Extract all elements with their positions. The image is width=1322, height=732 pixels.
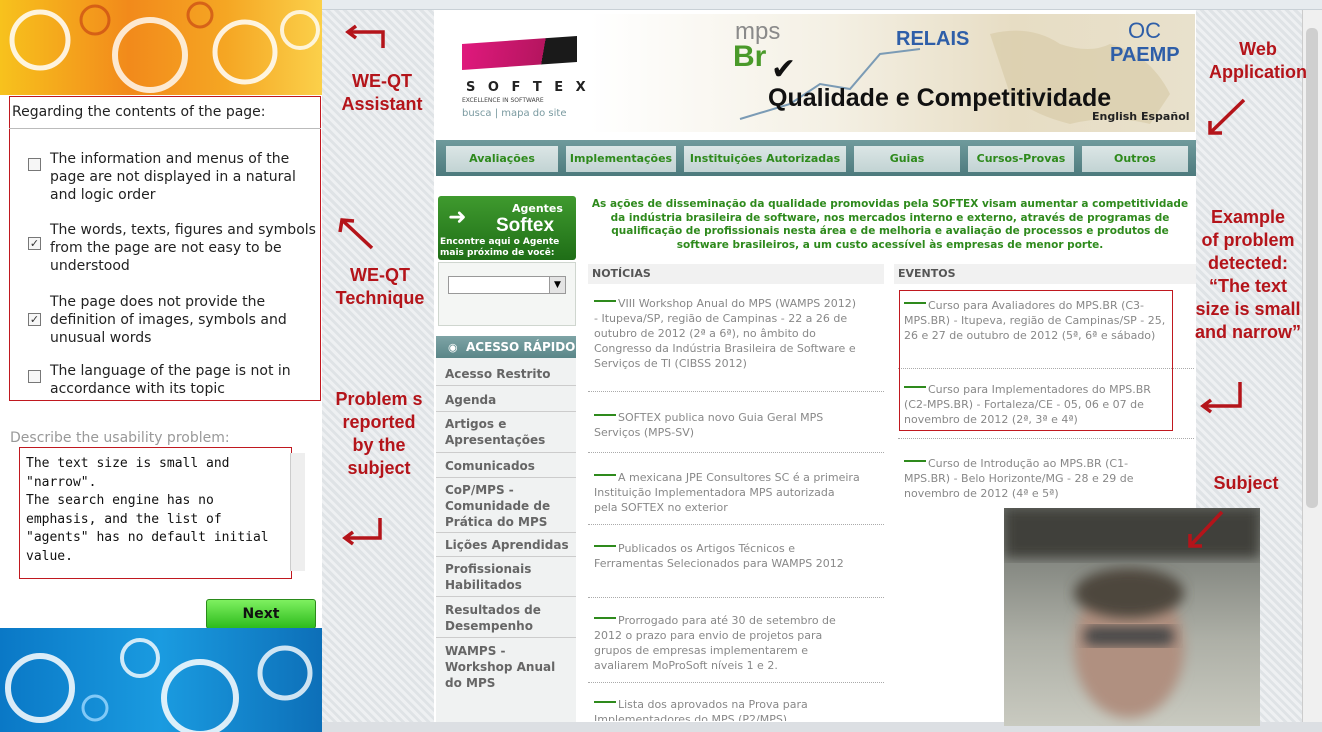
annotation-subject: Subject (1213, 473, 1279, 493)
arrow-to-webapp (1208, 98, 1246, 135)
annotation-problems-reported: Problem s reported by the subject (335, 389, 423, 478)
arrow-to-technique (340, 218, 374, 250)
annotation-example-problem: Example of problem detected: “The text s… (1194, 207, 1301, 342)
annotation-web-application: Web Application (1209, 39, 1307, 82)
annotation-we-qt-assistant: WE-QT Assistant (341, 71, 423, 114)
arrow-to-subject (1188, 510, 1224, 548)
annotation-arrows (338, 24, 1246, 548)
annotation-we-qt-technique: WE-QT Technique (335, 265, 425, 308)
